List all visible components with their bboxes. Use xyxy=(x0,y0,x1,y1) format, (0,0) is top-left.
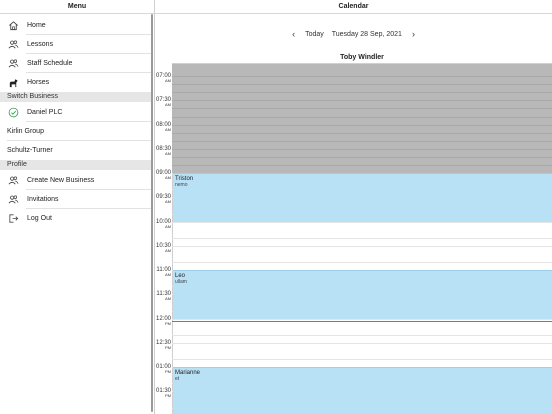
lesson-event[interactable]: Leo ullam xyxy=(173,270,552,319)
grid-line xyxy=(172,221,552,223)
resource-column-header: Toby Windler xyxy=(172,52,552,64)
ampm-text: PM xyxy=(165,369,171,375)
grid-line xyxy=(172,359,552,361)
grid-line xyxy=(172,262,552,264)
lesson-event[interactable]: Triston nemo xyxy=(173,173,552,222)
time-label: 07:30 AM xyxy=(155,97,171,107)
business-item-daniel-plc[interactable]: Daniel PLC xyxy=(0,103,152,122)
sidebar-menu: Menu Home Lessons Staff Schedule Horses … xyxy=(0,0,155,414)
ampm-text: AM xyxy=(165,223,171,229)
sidebar-item-label: Horses xyxy=(27,79,50,86)
sidebar-item-staff-schedule[interactable]: Staff Schedule xyxy=(0,54,152,73)
current-date: Tuesday 28 Sep, 2021 xyxy=(331,30,402,38)
ampm-text: AM xyxy=(165,272,171,278)
chevron-left-icon[interactable]: ‹ xyxy=(286,29,301,39)
sidebar-item-horses[interactable]: Horses xyxy=(0,73,152,92)
time-label: 08:30 AM xyxy=(155,146,171,156)
profile-item-create-new-business[interactable]: Create New Business xyxy=(0,171,152,190)
people-icon xyxy=(7,58,19,70)
menu-title: Menu xyxy=(0,0,154,14)
time-label: 09:30 AM xyxy=(155,194,171,204)
lesson-event[interactable]: Marianne et xyxy=(173,367,552,414)
ampm-text: AM xyxy=(165,102,171,108)
business-item-label: Kirlin Group xyxy=(7,128,44,135)
check-circle-icon xyxy=(7,107,19,119)
calendar-pane: Calendar ‹ Today Tuesday 28 Sep, 2021 › … xyxy=(155,0,552,414)
horse-icon xyxy=(7,77,19,89)
grid-line xyxy=(172,237,552,239)
grid-line xyxy=(172,148,552,150)
sidebar-item-home[interactable]: Home xyxy=(0,16,152,35)
sidebar-item-label: Lessons xyxy=(27,41,54,48)
profile-item-log-out[interactable]: Log Out xyxy=(0,209,152,228)
profile-item-label: Log Out xyxy=(27,215,52,222)
profile-item-invitations[interactable]: Invitations xyxy=(0,190,152,209)
profile-item-label: Invitations xyxy=(27,196,59,203)
business-item-kirlin-group[interactable]: Kirlin Group xyxy=(0,122,152,141)
sidebar-item-label: Home xyxy=(27,22,46,29)
grid-line xyxy=(172,132,552,134)
grid-line xyxy=(172,165,552,167)
sidebar-item-label: Staff Schedule xyxy=(27,60,73,67)
time-label: 11:30 AM xyxy=(155,291,171,301)
date-navigator: ‹ Today Tuesday 28 Sep, 2021 › xyxy=(155,27,552,41)
time-label: 01:30 PM xyxy=(155,388,171,398)
grid-line xyxy=(172,245,552,247)
day-grid[interactable]: 07:00 AM 07:30 AM 08:00 AM 08:30 AM 09:00 AM 09:30… xyxy=(155,64,552,414)
grid-line xyxy=(172,156,552,158)
grid-line xyxy=(172,318,552,320)
people-icon xyxy=(7,194,19,206)
grid-line xyxy=(172,92,552,94)
ampm-text: AM xyxy=(165,199,171,205)
people-icon xyxy=(7,39,19,51)
time-label: 08:00 AM xyxy=(155,122,171,132)
sidebar-scrollbar[interactable] xyxy=(151,14,153,412)
chevron-right-icon[interactable]: › xyxy=(406,29,421,39)
home-icon xyxy=(7,20,19,32)
time-label: 01:00 PM xyxy=(155,364,171,374)
time-label: 11:00 AM xyxy=(155,267,171,277)
business-item-label: Schultz-Turner xyxy=(7,147,53,154)
grid-line xyxy=(172,140,552,142)
ampm-text: AM xyxy=(165,78,171,84)
ampm-text: AM xyxy=(165,296,171,302)
event-note: ullam xyxy=(175,279,187,286)
business-item-schultz-turner[interactable]: Schultz-Turner xyxy=(0,141,152,160)
sidebar-item-lessons[interactable]: Lessons xyxy=(0,35,152,54)
ampm-text: PM xyxy=(165,320,171,326)
ampm-text: PM xyxy=(165,344,171,350)
ampm-text: AM xyxy=(165,175,171,181)
grid-line xyxy=(172,84,552,86)
time-label: 12:30 PM xyxy=(155,340,171,350)
today-button[interactable]: Today xyxy=(305,31,324,38)
grid-line xyxy=(172,334,552,336)
event-note: nemo xyxy=(175,182,188,189)
time-label: 12:00 PM xyxy=(155,316,171,326)
time-label: 10:00 AM xyxy=(155,219,171,229)
ampm-text: AM xyxy=(165,150,171,156)
business-item-label: Daniel PLC xyxy=(27,109,63,116)
time-label: 10:30 AM xyxy=(155,243,171,253)
logout-icon xyxy=(7,213,19,225)
ampm-text: PM xyxy=(165,393,171,399)
grid-line xyxy=(172,342,552,344)
grid-line xyxy=(172,108,552,110)
time-label: 09:00 AM xyxy=(155,170,171,180)
current-time-indicator xyxy=(172,321,552,323)
grid-line xyxy=(172,76,552,78)
grid-line xyxy=(172,124,552,126)
switch-business-header: Switch Business xyxy=(0,92,152,102)
profile-header: Profile xyxy=(0,160,152,170)
people-icon xyxy=(7,175,19,187)
profile-item-label: Create New Business xyxy=(27,177,95,184)
ampm-text: AM xyxy=(165,126,171,132)
time-label: 07:00 AM xyxy=(155,73,171,83)
event-note: et xyxy=(175,376,180,383)
grid-line xyxy=(172,100,552,102)
grid-line xyxy=(172,116,552,118)
calendar-title: Calendar xyxy=(155,0,552,14)
ampm-text: AM xyxy=(165,247,171,253)
